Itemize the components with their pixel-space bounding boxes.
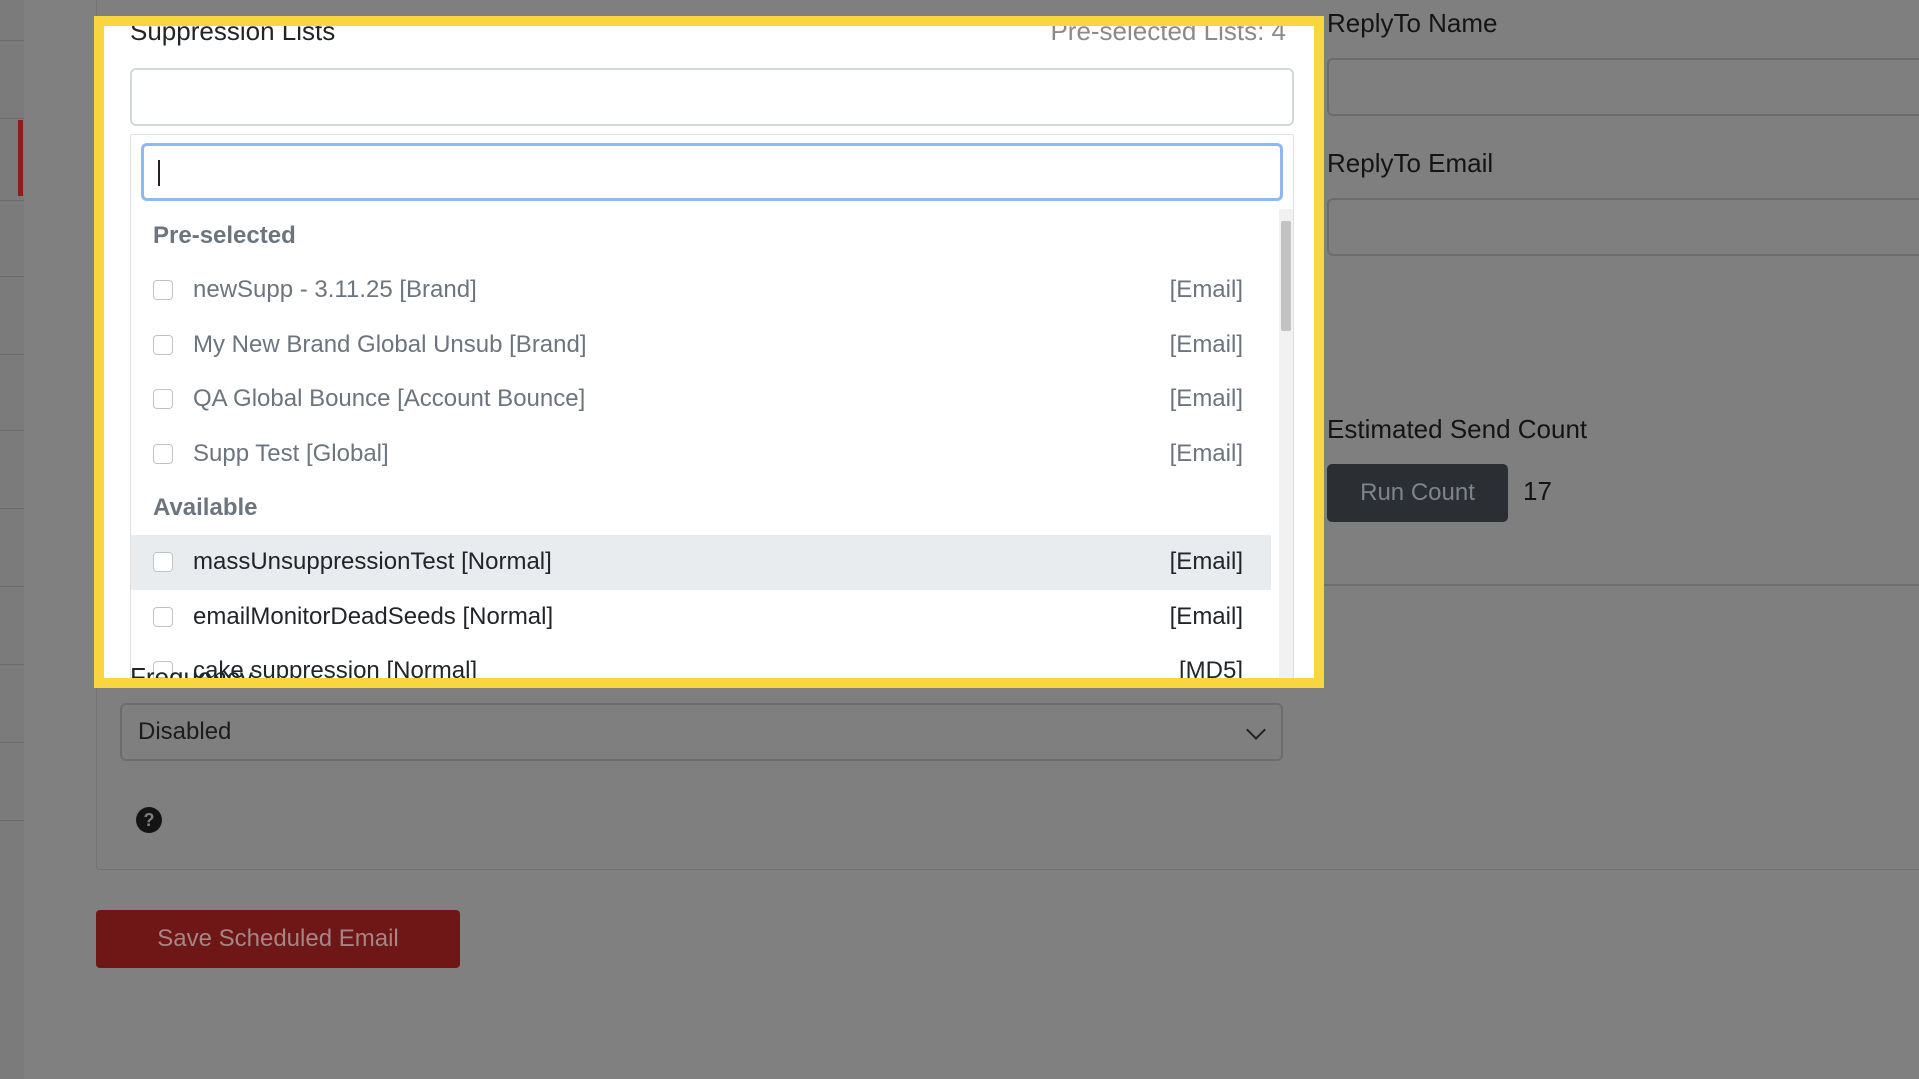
section-divider	[1310, 584, 1919, 586]
text-cursor	[158, 160, 160, 186]
group-header-preselected: Pre-selected	[153, 222, 296, 249]
suppression-search-input[interactable]	[141, 143, 1283, 201]
group-header-available: Available	[153, 494, 258, 521]
save-scheduled-email-button[interactable]: Save Scheduled Email	[96, 910, 460, 968]
reply-to-email-input[interactable]	[1327, 198, 1919, 256]
item-tag: [Email]	[1169, 439, 1243, 467]
question-circle-icon[interactable]: ?	[136, 807, 162, 833]
checkbox[interactable]	[153, 334, 173, 355]
suppression-lists-select[interactable]	[130, 68, 1294, 126]
list-item[interactable]: Supp Test [Global] [Email]	[131, 427, 1271, 482]
item-tag: [Email]	[1169, 330, 1243, 358]
list-item[interactable]: massUnsuppressionTest [Normal] [Email]	[131, 535, 1271, 590]
item-label: newSupp - 3.11.25 [Brand]	[193, 276, 477, 304]
item-tag: [Email]	[1169, 548, 1243, 576]
suppression-options-list: Pre-selected newSupp - 3.11.25 [Brand] […	[131, 209, 1271, 685]
sidebar-active-indicator	[18, 120, 23, 196]
list-item[interactable]: My New Brand Global Unsub [Brand] [Email…	[131, 318, 1271, 373]
checkbox[interactable]	[153, 443, 173, 464]
item-tag: [Email]	[1169, 276, 1243, 304]
sidebar	[0, 0, 24, 1079]
list-item[interactable]: emailMonitorDeadSeeds [Normal] [Email]	[131, 590, 1271, 645]
list-item[interactable]: newSupp - 3.11.25 [Brand] [Email]	[131, 263, 1271, 318]
suppression-dropdown: Pre-selected newSupp - 3.11.25 [Brand] […	[130, 134, 1294, 685]
run-count-button[interactable]: Run Count	[1327, 464, 1508, 522]
suppression-lists-label: Suppression Lists	[130, 16, 336, 46]
highlight-frame: Suppression Lists Pre-selected Lists: 4 …	[94, 16, 1324, 688]
reply-to-email-label: ReplyTo Email	[1327, 148, 1494, 178]
checkbox[interactable]	[153, 552, 173, 573]
checkbox[interactable]	[153, 389, 173, 410]
list-item[interactable]: QA Global Bounce [Account Bounce] [Email…	[131, 372, 1271, 427]
item-label: emailMonitorDeadSeeds [Normal]	[193, 602, 554, 630]
item-tag: [Email]	[1169, 385, 1243, 413]
checkbox[interactable]	[153, 606, 173, 627]
item-label: Supp Test [Global]	[193, 439, 389, 467]
chevron-down-icon	[1246, 720, 1266, 740]
checkbox[interactable]	[153, 280, 173, 301]
reply-to-name-input[interactable]	[1327, 58, 1919, 116]
list-item[interactable]: cake suppression [Normal] [MD5]	[131, 644, 1271, 685]
estimated-send-count-label: Estimated Send Count	[1327, 414, 1588, 444]
scrollbar-thumb[interactable]	[1281, 221, 1291, 331]
item-tag: [MD5]	[1178, 657, 1243, 685]
frequency-selected-value: Disabled	[138, 718, 232, 745]
estimated-send-count-value: 17	[1523, 476, 1552, 506]
frequency-select[interactable]: Disabled	[120, 703, 1283, 761]
preselected-count: Pre-selected Lists: 4	[1050, 16, 1286, 46]
item-tag: [Email]	[1169, 602, 1243, 630]
item-label: massUnsuppressionTest [Normal]	[193, 548, 552, 576]
scrollbar[interactable]	[1279, 209, 1293, 678]
item-label: My New Brand Global Unsub [Brand]	[193, 330, 587, 358]
item-label: QA Global Bounce [Account Bounce]	[193, 385, 586, 413]
frequency-label-peek: Frequency	[130, 662, 253, 688]
reply-to-name-label: ReplyTo Name	[1327, 8, 1498, 38]
